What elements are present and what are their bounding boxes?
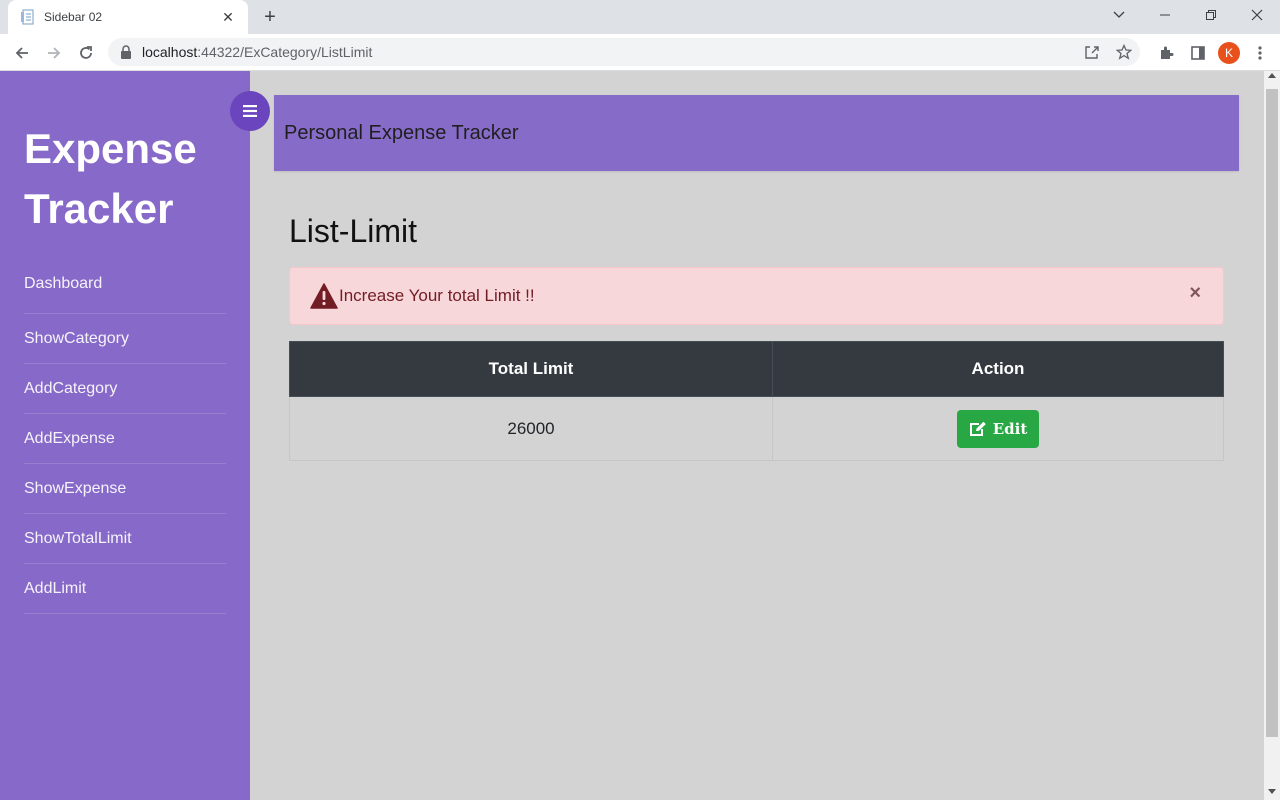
close-tab-icon[interactable]: ✕ (220, 9, 236, 25)
brand-line-1: Expense (24, 125, 197, 172)
edit-button[interactable]: Edit (956, 409, 1040, 448)
action-cell: Edit (772, 396, 1224, 461)
sidebar-link[interactable]: AddCategory (24, 380, 117, 398)
sidebar-link[interactable]: Dashboard (24, 275, 102, 293)
profile-avatar[interactable]: K (1218, 42, 1240, 64)
back-icon[interactable] (8, 39, 36, 67)
brand-line-2: Tracker (24, 185, 174, 232)
new-tab-icon[interactable]: + (258, 6, 282, 28)
sidebar-item-addcategory[interactable]: AddCategory (24, 364, 226, 414)
restore-icon[interactable] (1188, 0, 1234, 30)
sidebar-toggle-button[interactable] (230, 91, 270, 131)
warning-triangle-icon (310, 283, 338, 309)
forward-icon[interactable] (40, 39, 68, 67)
sidebar-link[interactable]: ShowCategory (24, 330, 129, 348)
sidebar-menu: Dashboard ShowCategory AddCategory AddEx… (24, 275, 226, 614)
scroll-up-arrow-icon[interactable] (1268, 73, 1276, 78)
reload-icon[interactable] (72, 39, 100, 67)
minimize-icon[interactable] (1142, 0, 1188, 30)
address-bar[interactable]: localhost:44322/ExCategory/ListLimit (108, 38, 1140, 66)
page-viewport: Expense Tracker Dashboard ShowCategory A… (0, 71, 1264, 800)
sidebar: Expense Tracker Dashboard ShowCategory A… (0, 71, 250, 800)
side-panel-icon[interactable] (1186, 41, 1210, 65)
share-icon[interactable] (1082, 42, 1102, 62)
browser-tab-bar: Sidebar 02 ✕ + (0, 0, 1280, 34)
bookmark-star-icon[interactable] (1114, 42, 1134, 62)
column-header-action: Action (772, 341, 1224, 397)
sidebar-item-addlimit[interactable]: AddLimit (24, 564, 226, 614)
browser-tab[interactable]: Sidebar 02 ✕ (8, 0, 248, 34)
close-icon[interactable]: × (1189, 282, 1201, 305)
edit-button-label: Edit (992, 419, 1028, 438)
tab-search-icon[interactable] (1096, 0, 1142, 30)
sidebar-link[interactable]: ShowTotalLimit (24, 530, 132, 548)
sidebar-link[interactable]: ShowExpense (24, 480, 126, 498)
sidebar-item-showtotallimit[interactable]: ShowTotalLimit (24, 514, 226, 564)
url-host: localhost (142, 44, 198, 60)
total-limit-cell: 26000 (289, 396, 773, 461)
extensions-icon[interactable] (1154, 41, 1178, 65)
page-scrollbar[interactable] (1264, 71, 1280, 800)
browser-toolbar: localhost:44322/ExCategory/ListLimit K (0, 34, 1280, 71)
window-controls (1096, 0, 1280, 34)
limit-table: Total Limit Action 26000 Edit (289, 341, 1224, 461)
scrollbar-thumb[interactable] (1266, 89, 1278, 737)
lock-icon (121, 45, 131, 59)
sidebar-item-addexpense[interactable]: AddExpense (24, 414, 226, 464)
page-title: List-Limit (289, 213, 418, 249)
limit-alert: Increase Your total Limit !! × (289, 267, 1224, 325)
tab-title: Sidebar 02 (44, 10, 103, 24)
document-icon (21, 9, 34, 25)
sidebar-link[interactable]: AddLimit (24, 580, 86, 598)
sidebar-item-dashboard[interactable]: Dashboard (24, 275, 226, 314)
close-window-icon[interactable] (1234, 0, 1280, 30)
more-menu-icon[interactable] (1248, 41, 1272, 65)
table-header-row: Total Limit Action (289, 341, 1224, 397)
alert-message: Increase Your total Limit !! (339, 286, 535, 305)
sidebar-item-showexpense[interactable]: ShowExpense (24, 464, 226, 514)
scroll-down-arrow-icon[interactable] (1268, 789, 1276, 794)
brand-title: Expense Tracker (24, 119, 226, 239)
sidebar-link[interactable]: AddExpense (24, 430, 115, 448)
pencil-square-icon (969, 421, 986, 436)
sidebar-item-showcategory[interactable]: ShowCategory (24, 314, 226, 364)
navbar-title: Personal Expense Tracker (284, 121, 519, 144)
top-navbar: Personal Expense Tracker (274, 95, 1239, 171)
column-header-total-limit: Total Limit (289, 341, 773, 397)
url-path: :44322/ExCategory/ListLimit (197, 44, 373, 60)
hamburger-menu-icon (243, 105, 257, 117)
table-row: 26000 Edit (289, 396, 1224, 461)
